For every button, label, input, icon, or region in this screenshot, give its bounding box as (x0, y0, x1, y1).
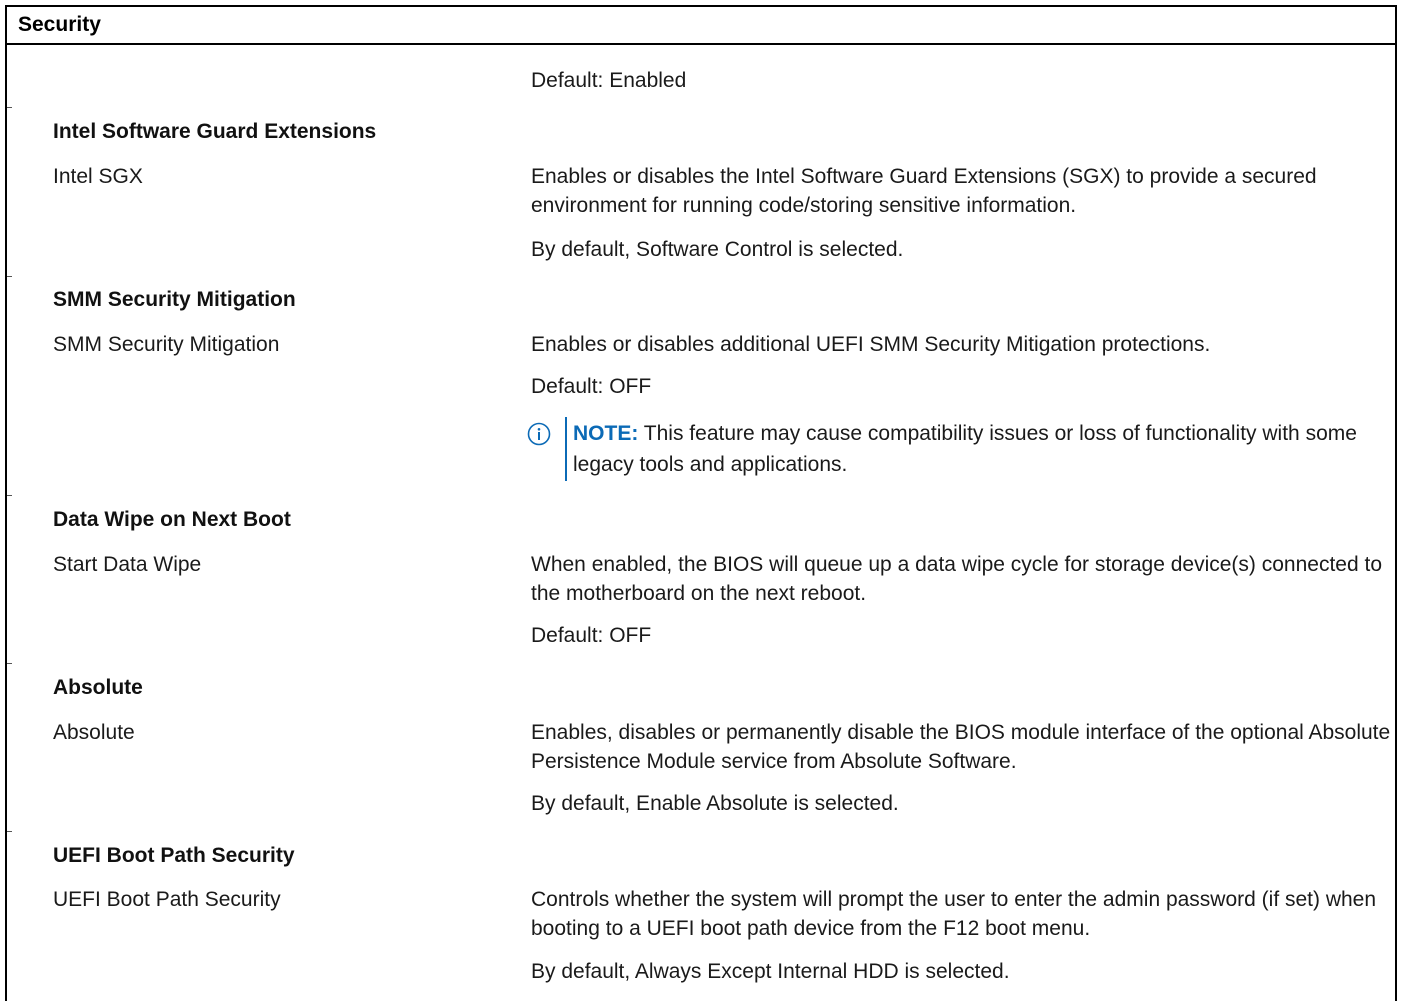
row-separator (7, 831, 12, 832)
row-separator (7, 663, 12, 664)
option-description-smm: Enables or disables additional UEFI SMM … (531, 333, 1211, 356)
info-circle-icon (527, 422, 551, 446)
option-description-uefi: Controls whether the system will prompt … (531, 888, 1377, 940)
note-callout: NOTE: This feature may cause compatibili… (527, 417, 1387, 483)
option-description-sgx: Enables or disables the Intel Software G… (531, 165, 1317, 217)
section-title-smm: SMM Security Mitigation (53, 288, 296, 311)
row-separator (7, 495, 12, 496)
top-default-text: Default: Enabled (531, 69, 687, 92)
row-separator (7, 107, 12, 108)
note-text: This feature may cause compatibility iss… (573, 422, 1357, 476)
option-default-uefi: By default, Always Except Internal HDD i… (531, 960, 1010, 983)
option-default-smm: Default: OFF (531, 375, 652, 398)
section-title-sgx: Intel Software Guard Extensions (53, 120, 377, 143)
option-name-smm: SMM Security Mitigation (53, 333, 280, 356)
section-title-wipe: Data Wipe on Next Boot (53, 508, 291, 531)
note-text-block: NOTE: This feature may cause compatibili… (573, 418, 1393, 480)
note-accent-bar (565, 417, 567, 481)
option-description-wipe: When enabled, the BIOS will queue up a d… (531, 553, 1382, 605)
option-name-uefi: UEFI Boot Path Security (53, 888, 281, 911)
note-label: NOTE: (573, 422, 639, 445)
option-description-absolute: Enables, disables or permanently disable… (531, 721, 1391, 773)
table-title: Security (18, 13, 101, 36)
option-default-sgx: By default, Software Control is selected… (531, 238, 904, 261)
section-title-absolute: Absolute (53, 676, 143, 699)
section-title-uefi: UEFI Boot Path Security (53, 844, 295, 867)
option-name-absolute: Absolute (53, 721, 135, 744)
option-name-wipe: Start Data Wipe (53, 553, 202, 576)
table-header: Security (7, 7, 1395, 45)
settings-table: Security Default: Enabled Intel Software… (5, 5, 1397, 1001)
option-name-sgx: Intel SGX (53, 165, 143, 188)
row-separator (7, 276, 12, 277)
option-default-wipe: Default: OFF (531, 624, 652, 647)
option-default-absolute: By default, Enable Absolute is selected. (531, 792, 899, 815)
